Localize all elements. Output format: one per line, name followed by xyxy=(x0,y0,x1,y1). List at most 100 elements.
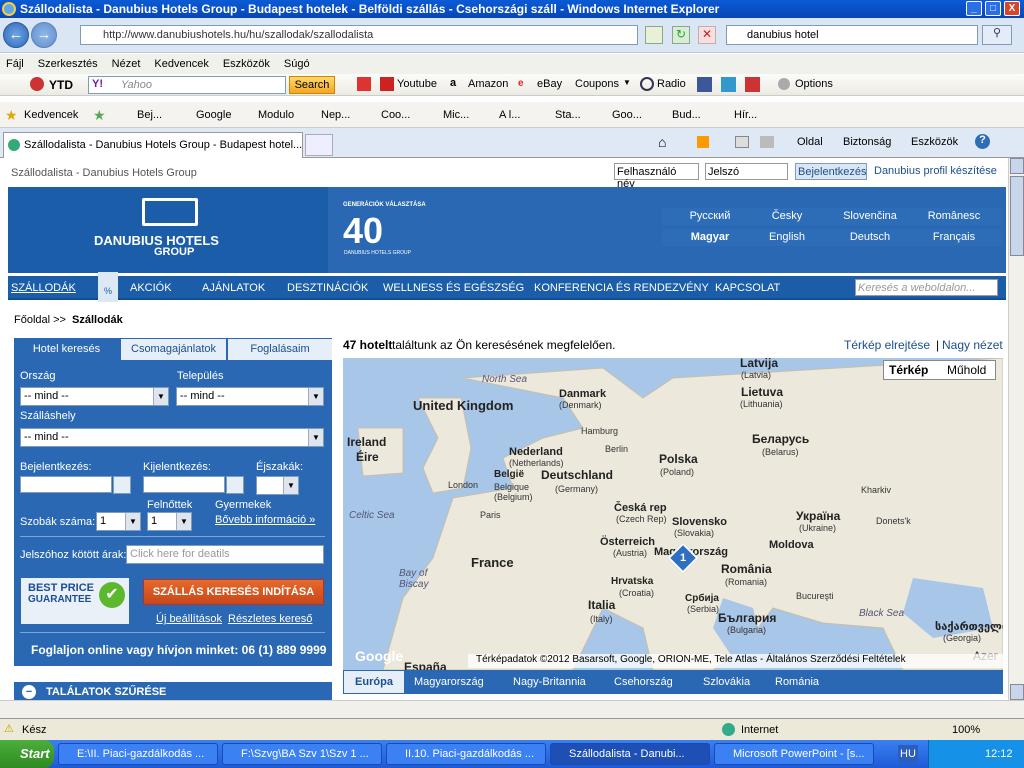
tools-menu[interactable]: Eszközök xyxy=(911,136,958,148)
page-menu[interactable]: Oldal xyxy=(797,136,823,148)
language-indicator[interactable]: HU xyxy=(898,745,918,763)
taskbar-item[interactable]: Microsoft PowerPoint - [s... xyxy=(714,743,874,765)
new-settings-link[interactable]: Új beállítások xyxy=(156,613,222,625)
youtube-link[interactable]: Youtube xyxy=(397,78,437,90)
tab-hotel-search[interactable]: Hotel keresés xyxy=(14,338,119,360)
vertical-scrollbar[interactable] xyxy=(1008,158,1024,700)
nav-offers[interactable]: AJÁNLATOK xyxy=(202,282,265,294)
fav-item[interactable]: Nep... xyxy=(321,109,350,121)
scroll-up-arrow[interactable] xyxy=(1010,158,1024,174)
rooms-select[interactable]: 1 ▼ xyxy=(96,512,141,531)
print-icon[interactable] xyxy=(760,136,774,148)
menu-file[interactable]: Fájl xyxy=(6,58,24,70)
help-icon[interactable]: ? xyxy=(975,134,990,149)
login-button[interactable]: Bejelentkezés xyxy=(795,163,867,180)
lang-english[interactable]: English xyxy=(739,229,835,246)
menu-tools[interactable]: Eszközök xyxy=(223,58,270,70)
region-tab-hungary[interactable]: Magyarország xyxy=(414,676,484,688)
nights-select[interactable]: ▼ xyxy=(256,476,299,495)
nav-destinations[interactable]: DESZTINÁCIÓK xyxy=(287,282,368,294)
zoom-level[interactable]: 100% xyxy=(952,724,980,736)
scroll-down-arrow[interactable] xyxy=(1010,684,1024,700)
stop-icon[interactable]: ✕ xyxy=(698,26,716,44)
facebook-icon[interactable] xyxy=(697,77,712,92)
favorites-label[interactable]: Kedvencek xyxy=(24,109,78,121)
nav-deals[interactable]: AKCIÓK xyxy=(130,282,172,294)
menu-favorites[interactable]: Kedvencek xyxy=(154,58,208,70)
fav-item[interactable]: Coo... xyxy=(381,109,410,121)
options-menu[interactable]: Options xyxy=(795,78,833,90)
region-tab-czech[interactable]: Csehország xyxy=(614,676,673,688)
ebay-link[interactable]: eBay xyxy=(537,78,562,90)
calendar-icon[interactable] xyxy=(113,476,131,494)
map-type-satellite[interactable]: Műhold xyxy=(947,363,986,377)
search-submit-button[interactable]: SZÁLLÁS KERESÉS INDÍTÁSA xyxy=(143,579,324,605)
detailed-search-link[interactable]: Részletes kereső xyxy=(228,613,312,625)
add-favorite-icon[interactable]: ★ xyxy=(93,107,106,124)
more-info-link[interactable]: Bővebb információ » xyxy=(215,514,315,526)
profile-link[interactable]: Danubius profil készítése xyxy=(874,165,997,177)
yahoo-search-input[interactable]: Y! Yahoo xyxy=(88,76,286,94)
region-tab-europe[interactable]: Európa xyxy=(344,671,404,693)
coupons-link[interactable]: Coupons xyxy=(575,78,619,90)
tab-bookings[interactable]: Foglalásaim xyxy=(228,339,332,360)
promo-input[interactable]: Click here for deatils xyxy=(126,545,324,564)
close-button[interactable]: X xyxy=(1004,1,1020,16)
amazon-link[interactable]: Amazon xyxy=(468,78,508,90)
lodging-select[interactable]: -- mind -- ▼ xyxy=(20,428,324,447)
nav-hotels[interactable]: SZÁLLODÁK xyxy=(11,282,76,294)
fav-item[interactable]: Bud... xyxy=(672,109,701,121)
maximize-button[interactable]: □ xyxy=(985,1,1001,16)
taskbar-item[interactable]: II.10. Piaci-gazdálkodás ... xyxy=(386,743,546,765)
lang-romanian[interactable]: Românesc xyxy=(906,208,1002,225)
checkin-input[interactable] xyxy=(20,476,112,493)
adults-select[interactable]: 1 ▼ xyxy=(147,512,192,531)
fav-item[interactable]: Goo... xyxy=(612,109,642,121)
fav-item[interactable]: Bej... xyxy=(137,109,162,121)
horizontal-scrollbar[interactable] xyxy=(0,700,1024,718)
mail-icon[interactable] xyxy=(735,136,749,148)
nav-wellness[interactable]: WELLNESS ÉS EGÉSZSÉG xyxy=(383,282,524,294)
scroll-thumb[interactable] xyxy=(1010,176,1024,256)
taskbar-item-active[interactable]: Szállodalista - Danubi... xyxy=(550,743,710,765)
site-search-input[interactable]: Keresés a weboldalon... xyxy=(855,279,998,296)
taskbar-item[interactable]: F:\Szvg\BA Szv 1\Szv 1 ... xyxy=(222,743,382,765)
fav-item[interactable]: Sta... xyxy=(555,109,581,121)
country-select[interactable]: -- mind -- ▼ xyxy=(20,387,169,406)
taskbar-item[interactable]: E:\II. Piaci-gazdálkodás ... xyxy=(58,743,218,765)
city-select[interactable]: -- mind -- ▼ xyxy=(176,387,324,406)
googleplus-icon[interactable] xyxy=(745,77,760,92)
yahoo-search-button[interactable]: Search xyxy=(289,76,335,94)
search-icon[interactable]: ⚲ xyxy=(982,25,1012,45)
chevron-down-icon[interactable]: ▼ xyxy=(623,78,631,87)
twitter-icon[interactable] xyxy=(721,77,736,92)
ytd-label[interactable]: YTD xyxy=(49,78,73,92)
nav-contact[interactable]: KAPCSOLAT xyxy=(715,282,780,294)
fav-item[interactable]: A l... xyxy=(499,109,520,121)
address-bar[interactable]: http://www.danubiushotels.hu/hu/szalloda… xyxy=(80,25,638,45)
fav-item[interactable]: Hír... xyxy=(734,109,757,121)
crumb-home[interactable]: Főoldal >> xyxy=(14,314,66,326)
forward-button[interactable]: → xyxy=(31,22,57,48)
tab-packages[interactable]: Csomagajánlatok xyxy=(121,339,226,360)
region-tab-uk[interactable]: Nagy-Britannia xyxy=(513,676,586,688)
username-input[interactable]: Felhasználó név xyxy=(614,163,699,190)
compat-icon[interactable] xyxy=(645,26,663,44)
back-button[interactable]: ← xyxy=(3,22,29,48)
lang-czech[interactable]: Česky xyxy=(739,208,835,225)
menu-edit[interactable]: Szerkesztés xyxy=(38,58,98,70)
hide-map-link[interactable]: Térkép elrejtése xyxy=(844,338,930,352)
lang-slovak[interactable]: Slovenčina xyxy=(822,208,918,225)
fav-item[interactable]: Mic... xyxy=(443,109,469,121)
lang-german[interactable]: Deutsch xyxy=(822,229,918,246)
lang-french[interactable]: Français xyxy=(906,229,1002,246)
radio-link[interactable]: Radio xyxy=(657,78,686,90)
checkout-input[interactable] xyxy=(143,476,225,493)
fav-item[interactable]: Modulo xyxy=(258,109,294,121)
rss-icon[interactable] xyxy=(697,136,709,148)
security-menu[interactable]: Biztonság xyxy=(843,136,891,148)
map[interactable]: Térkép Műhold Latvija (Latvia) Lietuva (… xyxy=(343,358,1003,670)
new-tab-button[interactable] xyxy=(305,134,333,156)
calendar-icon[interactable] xyxy=(226,476,244,494)
region-tab-romania[interactable]: Románia xyxy=(775,676,819,688)
